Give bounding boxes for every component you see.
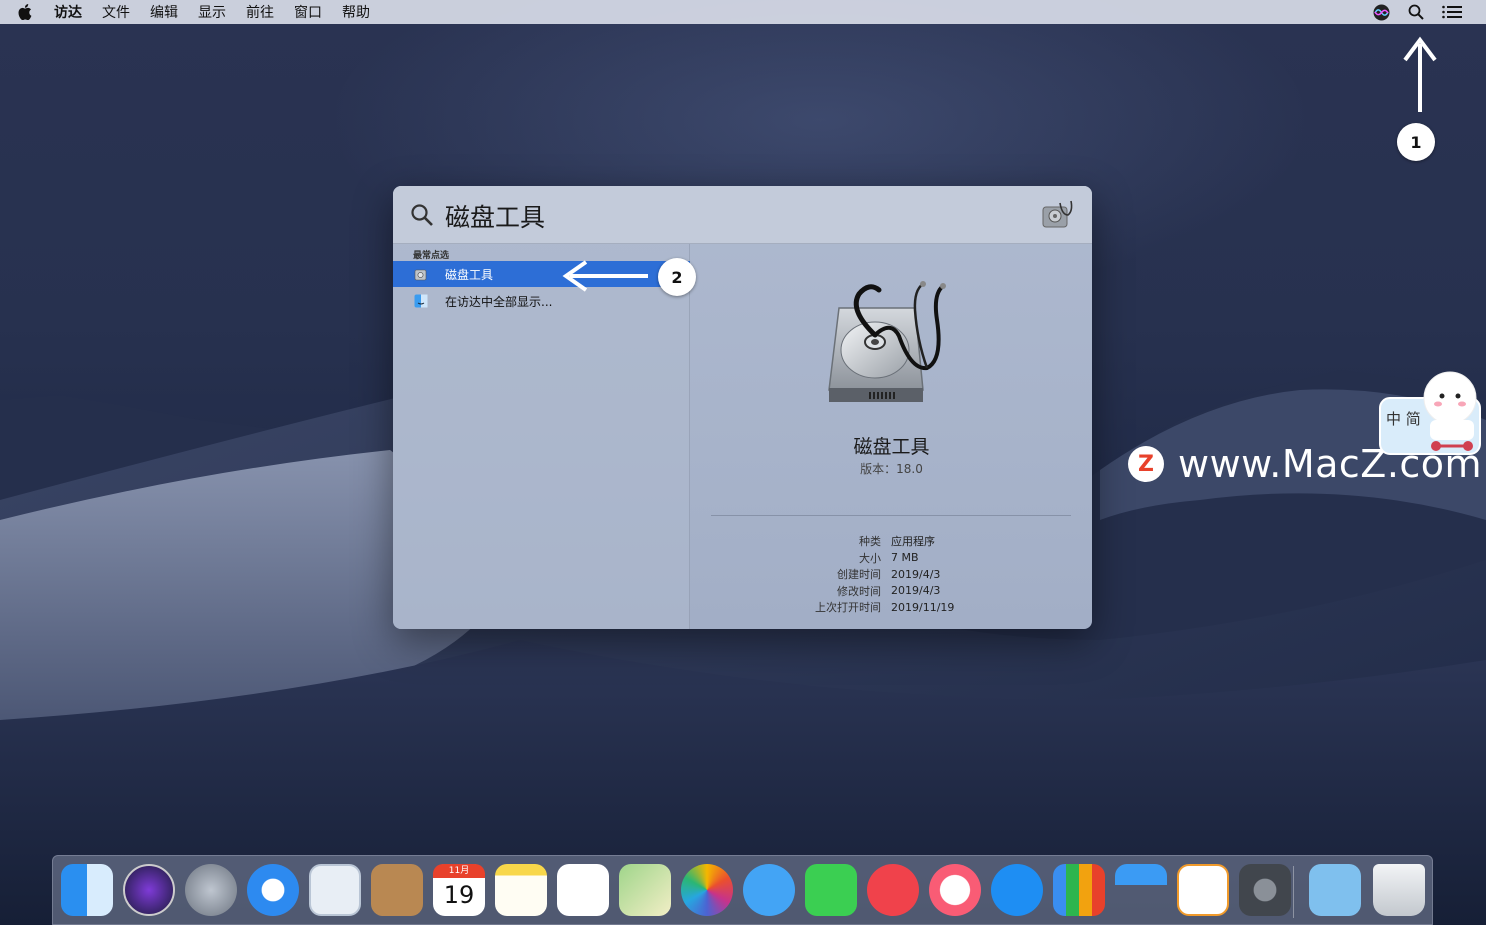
- meta-row-last-opened: 上次打开时间 2019/11/19: [691, 599, 1092, 616]
- spotlight-preview: 磁盘工具 版本：18.0 种类 应用程序 大小 7 MB 创建时间 2019/4…: [691, 244, 1092, 629]
- meta-value: 2019/11/19: [891, 600, 955, 614]
- meta-key: 上次打开时间: [815, 601, 881, 615]
- section-top-hits: 最常点选: [413, 251, 450, 261]
- menu-edit[interactable]: 编辑: [150, 2, 178, 22]
- menu-window[interactable]: 窗口: [294, 2, 322, 22]
- result-label: 磁盘工具: [445, 267, 494, 282]
- meta-key: 修改时间: [837, 584, 881, 598]
- news-icon[interactable]: [867, 864, 919, 916]
- meta-key: 种类: [859, 535, 881, 549]
- meta-key: 大小: [859, 551, 881, 565]
- finder-small-icon: [414, 294, 428, 308]
- dock: 11月 19: [52, 855, 1433, 925]
- annotation-arrow-up: [1403, 36, 1437, 112]
- launchpad-icon[interactable]: [185, 864, 237, 916]
- preview-title: 磁盘工具: [853, 436, 930, 458]
- spotlight-search-bar: 磁盘工具: [393, 186, 1092, 244]
- meta-row-modified: 修改时间 2019/4/3: [691, 583, 1092, 600]
- meta-row-kind: 种类 应用程序: [691, 533, 1092, 550]
- calendar-icon[interactable]: 11月 19: [433, 864, 485, 916]
- apple-menu-icon[interactable]: [18, 4, 40, 20]
- macz-logo-icon: Z: [1128, 446, 1164, 482]
- sticker-label: 中 简: [1386, 410, 1421, 428]
- calendar-day: 19: [443, 881, 475, 909]
- menu-help[interactable]: 帮助: [342, 2, 370, 22]
- system-preferences-icon[interactable]: [1239, 864, 1291, 916]
- trash-icon[interactable]: [1373, 864, 1425, 916]
- preview-metadata: 种类 应用程序 大小 7 MB 创建时间 2019/4/3 修改时间 2019/…: [691, 533, 1092, 616]
- menu-finder[interactable]: 访达: [54, 2, 82, 22]
- annotation-badge-1: 1: [1397, 123, 1435, 161]
- calendar-month: 11月: [433, 864, 485, 878]
- reminders-icon[interactable]: [557, 864, 609, 916]
- disk-utility-icon: [414, 267, 428, 281]
- pages-icon[interactable]: [1177, 864, 1229, 916]
- meta-value: 应用程序: [891, 535, 935, 549]
- spotlight-results-list: 最常点选 磁盘工具 在访达中全部显示...: [393, 244, 690, 629]
- menu-file[interactable]: 文件: [102, 2, 130, 22]
- preview-divider: [711, 515, 1071, 516]
- menu-go[interactable]: 前往: [246, 2, 274, 22]
- safari-icon[interactable]: [247, 864, 299, 916]
- spotlight-window: 磁盘工具 最常点选 磁盘工具 在访达中全部显示... 磁盘工具 版本：18.0 …: [393, 186, 1092, 629]
- meta-value: 7 MB: [891, 551, 919, 565]
- contacts-icon[interactable]: [371, 864, 423, 916]
- downloads-folder-icon[interactable]: [1309, 864, 1361, 916]
- preview-version: 版本：18.0: [860, 462, 923, 476]
- spotlight-search-input[interactable]: 磁盘工具: [445, 198, 545, 234]
- photos-icon[interactable]: [681, 864, 733, 916]
- dock-separator: [1293, 866, 1294, 918]
- disk-utility-large-icon: [828, 281, 946, 402]
- app-store-icon[interactable]: [991, 864, 1043, 916]
- menu-bar: 访达 文件 编辑 显示 前往 窗口 帮助: [0, 0, 1486, 24]
- input-method-sticker: 中 简: [1378, 370, 1484, 456]
- notes-icon[interactable]: [495, 864, 547, 916]
- meta-value: 2019/4/3: [891, 567, 941, 581]
- notification-center-icon[interactable]: [1442, 5, 1462, 19]
- meta-row-size: 大小 7 MB: [691, 550, 1092, 567]
- music-icon[interactable]: [929, 864, 981, 916]
- mail-icon[interactable]: [309, 864, 361, 916]
- numbers-icon[interactable]: [1053, 864, 1105, 916]
- meta-value: 2019/4/3: [891, 584, 941, 598]
- finder-icon[interactable]: [61, 864, 113, 916]
- annotation-badge-2: 2: [658, 258, 696, 296]
- siri-icon[interactable]: [123, 864, 175, 916]
- spotlight-search-icon[interactable]: [1408, 4, 1424, 20]
- facetime-icon[interactable]: [805, 864, 857, 916]
- disk-utility-small-icon: [1040, 197, 1074, 235]
- siri-menu-icon[interactable]: [1373, 4, 1390, 21]
- annotation-arrow-left: [562, 260, 648, 292]
- search-icon: [410, 203, 434, 231]
- meta-row-created: 创建时间 2019/4/3: [691, 566, 1092, 583]
- result-label: 在访达中全部显示...: [445, 294, 553, 309]
- meta-key: 创建时间: [837, 568, 881, 582]
- messages-icon[interactable]: [743, 864, 795, 916]
- keynote-icon[interactable]: [1115, 864, 1167, 916]
- menu-view[interactable]: 显示: [198, 2, 226, 22]
- maps-icon[interactable]: [619, 864, 671, 916]
